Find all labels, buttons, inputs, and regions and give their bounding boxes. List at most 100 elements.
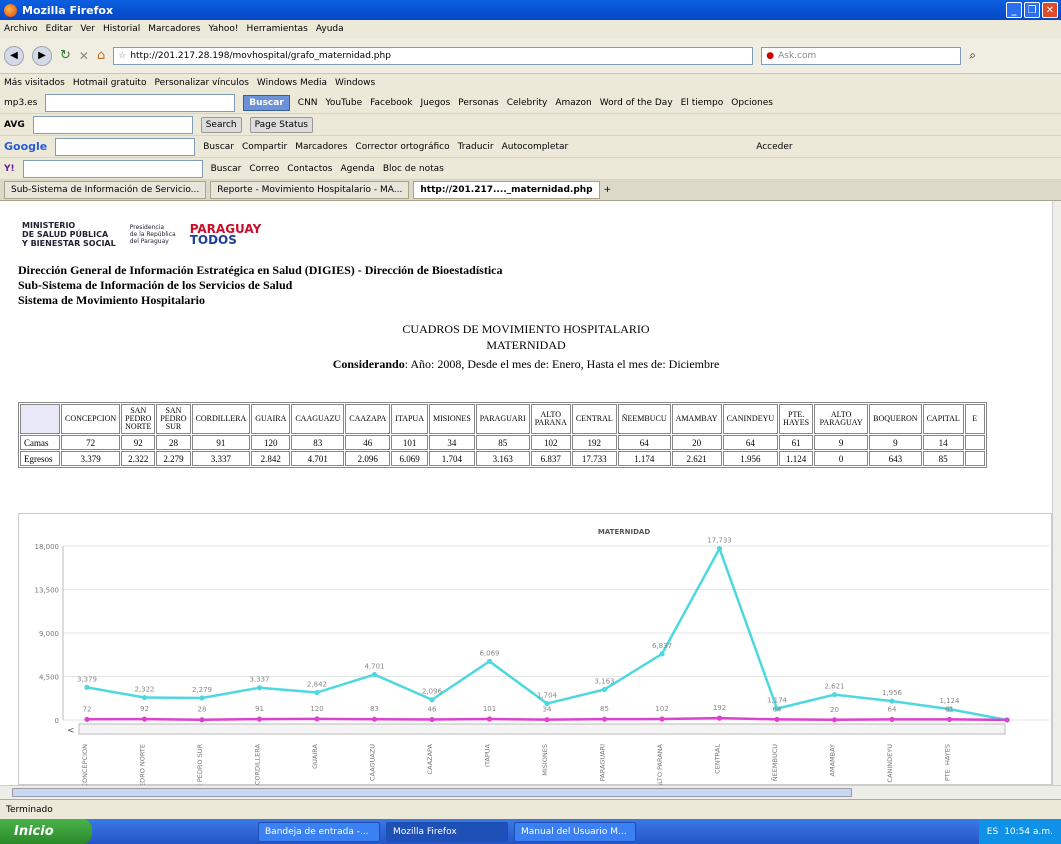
table-row: Camas 72 92 28 91 120 83 46 101 34 85 102 192 64 20 64 6… <box>20 435 985 450</box>
tab-reporte[interactable]: Reporte - Movimiento Hospitalario - MA..… <box>210 181 410 199</box>
tb1-juegos[interactable]: Juegos <box>420 98 450 108</box>
menu-ayuda[interactable]: Ayuda <box>316 24 344 34</box>
data-label: 64 <box>773 705 782 713</box>
tb1-el-tiempo[interactable]: El tiempo <box>681 98 724 108</box>
minimize-button[interactable]: _ <box>1006 2 1022 18</box>
data-point <box>84 716 90 722</box>
data-label: 1,704 <box>537 692 558 700</box>
tb4-contactos[interactable]: Contactos <box>287 164 332 174</box>
vertical-scrollbar[interactable] <box>1052 201 1061 785</box>
bookmark-windows[interactable]: Windows <box>335 78 375 88</box>
tb3-autocompletar[interactable]: Autocompletar <box>502 142 569 152</box>
considerando-label: Considerando <box>332 357 405 371</box>
x-tick-label: PEDRO NORTE <box>139 744 147 785</box>
search-icon[interactable]: ⌕ <box>969 48 976 63</box>
forward-button[interactable]: ▶ <box>32 45 52 66</box>
menu-herramientas[interactable]: Herramientas <box>247 24 308 34</box>
tab-maternidad[interactable]: http://201.217...._maternidad.php <box>413 181 600 199</box>
menu-marcadores[interactable]: Marcadores <box>148 24 200 34</box>
task-manual[interactable]: Manual del Usuario M... <box>514 821 636 842</box>
search-input[interactable]: ● Ask.com <box>761 46 962 65</box>
table-cell: 2.842 <box>251 451 291 466</box>
tb1-word-of-day[interactable]: Word of the Day <box>600 98 673 108</box>
lang-indicator[interactable]: ES <box>987 827 998 837</box>
data-point <box>716 715 723 721</box>
tb4-bloc-notas[interactable]: Bloc de notas <box>383 164 444 174</box>
table-cell: 120 <box>251 435 291 450</box>
google-search-input[interactable] <box>55 137 196 156</box>
buscar-ask-button[interactable]: Buscar <box>243 94 290 111</box>
menu-editar[interactable]: Editar <box>46 24 73 34</box>
tb3-traducir[interactable]: Traducir <box>458 142 494 152</box>
start-button[interactable]: Inicio <box>0 819 92 844</box>
tb1-facebook[interactable]: Facebook <box>370 98 412 108</box>
close-button[interactable]: ✕ <box>1042 2 1058 18</box>
tb3-acceder[interactable]: Acceder <box>756 142 792 152</box>
tb1-amazon[interactable]: Amazon <box>555 98 591 108</box>
bookmark-mas-visitados[interactable]: Más visitados <box>4 78 65 88</box>
tb3-buscar[interactable]: Buscar <box>203 142 234 152</box>
tb4-correo[interactable]: Correo <box>249 164 279 174</box>
tb4-agenda[interactable]: Agenda <box>340 164 374 174</box>
menu-archivo[interactable]: Archivo <box>4 24 38 34</box>
table-cell: 2.322 <box>121 451 156 466</box>
mp3-site-label[interactable]: mp3.es <box>4 98 37 108</box>
page-content: MINISTERIO DE SALUD PÚBLICA Y BIENESTAR … <box>0 201 1052 785</box>
table-cell: 102 <box>530 435 571 450</box>
data-label: 3,337 <box>249 676 269 684</box>
ask-icon: ● <box>766 50 775 61</box>
data-point <box>314 716 320 722</box>
horizontal-scroll-thumb[interactable] <box>12 788 852 797</box>
data-label: 101 <box>483 705 496 713</box>
table-cell: 91 <box>191 435 251 450</box>
data-point <box>889 716 895 722</box>
url-bar[interactable]: ☆ http://201.217.28.198/movhospital/graf… <box>113 46 754 65</box>
menu-yahoo[interactable]: Yahoo! <box>208 24 238 34</box>
tb1-personas[interactable]: Personas <box>458 98 498 108</box>
header-line-1: Dirección General de Información Estraté… <box>18 263 503 277</box>
data-point <box>141 716 148 722</box>
tab-subsistema[interactable]: Sub-Sistema de Información de Servicio..… <box>4 181 207 199</box>
navigation-toolbar: ◀ ▶ ↻ ✕ ⌂ ☆ http://201.217.28.198/movhos… <box>0 38 1061 74</box>
task-firefox[interactable]: Mozilla Firefox <box>386 821 508 842</box>
x-tick-label: CANINDEYU <box>886 744 894 783</box>
x-tick-label: ALTO PARANA <box>656 743 664 785</box>
mp3-search-input[interactable] <box>45 93 236 112</box>
menu-ver[interactable]: Ver <box>80 24 95 34</box>
data-point <box>84 684 90 690</box>
task-bandeja[interactable]: Bandeja de entrada -... <box>258 821 380 842</box>
horizontal-scrollbar[interactable] <box>0 785 1061 799</box>
home-icon[interactable]: ⌂ <box>97 48 105 63</box>
table-cell: 85 <box>475 435 530 450</box>
tb1-youtube[interactable]: YouTube <box>326 98 363 108</box>
yahoo-search-input[interactable] <box>22 159 203 178</box>
table-cell: 2.279 <box>156 451 191 466</box>
table-cell: 34 <box>428 435 475 450</box>
reload-icon[interactable]: ↻ <box>60 48 71 63</box>
bookmark-hotmail[interactable]: Hotmail gratuito <box>73 78 147 88</box>
tb3-compartir[interactable]: Compartir <box>242 142 287 152</box>
tb1-celebrity[interactable]: Celebrity <box>507 98 548 108</box>
tb1-cnn[interactable]: CNN <box>298 98 318 108</box>
stop-icon[interactable]: ✕ <box>79 49 89 63</box>
bookmark-personalizar[interactable]: Personalizar vínculos <box>154 78 248 88</box>
page-status-button[interactable]: Page Status <box>249 116 313 133</box>
maximize-button[interactable]: ❐ <box>1024 2 1040 18</box>
col-header: CENTRAL <box>571 404 617 434</box>
avg-search-button[interactable]: Search <box>200 116 242 133</box>
avg-search-input[interactable] <box>32 115 193 134</box>
col-header: E <box>964 404 985 434</box>
table-cell: 64 <box>617 435 671 450</box>
back-button[interactable]: ◀ <box>4 45 24 66</box>
tb1-opciones[interactable]: Opciones <box>731 98 773 108</box>
data-label: 72 <box>83 705 92 713</box>
tb3-marcadores[interactable]: Marcadores <box>295 142 347 152</box>
star-icon[interactable]: ☆ <box>118 51 126 61</box>
new-tab-button[interactable]: + <box>604 185 612 195</box>
table-cell: 0 <box>814 451 869 466</box>
tb3-corrector[interactable]: Corrector ortográfico <box>355 142 449 152</box>
yahoo-icon[interactable]: Y! <box>4 164 15 174</box>
bookmark-windows-media[interactable]: Windows Media <box>257 78 327 88</box>
menu-historial[interactable]: Historial <box>103 24 140 34</box>
tb4-buscar[interactable]: Buscar <box>211 164 242 174</box>
